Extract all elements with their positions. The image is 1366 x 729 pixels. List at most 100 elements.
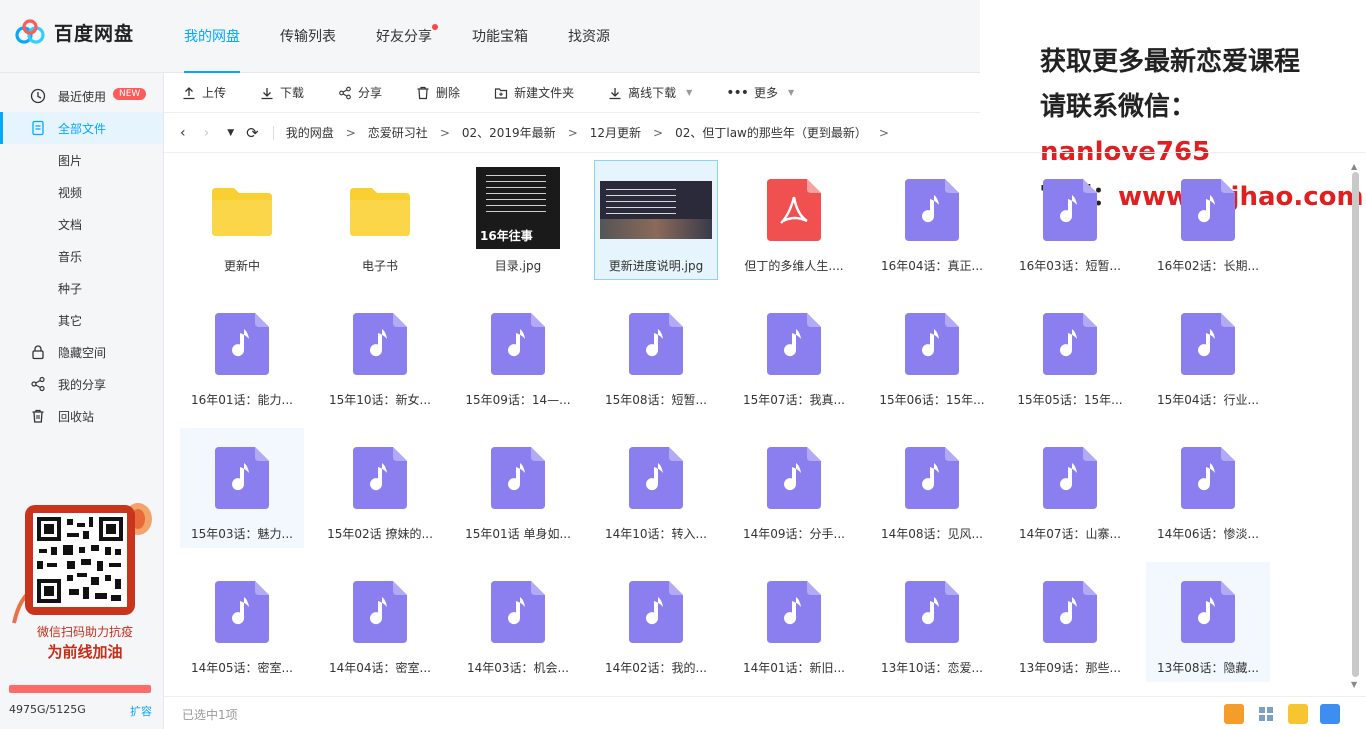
file-item[interactable]: 15年04话：行业...	[1146, 294, 1270, 414]
file-item[interactable]: 16年03话：短暂...	[1008, 160, 1132, 280]
delete-button[interactable]: 删除	[416, 84, 460, 101]
file-item[interactable]: 13年10话：恋爱...	[870, 562, 994, 682]
file-item[interactable]: 16年02话：长期...	[1146, 160, 1270, 280]
file-item[interactable]: 14年10话：转入...	[594, 428, 718, 548]
app-logo[interactable]: 百度网盘	[14, 18, 134, 46]
audio-file-icon	[629, 581, 683, 643]
audio-file-icon	[215, 313, 269, 375]
tab-friend-share-label: 好友分享	[376, 29, 432, 45]
divider	[272, 125, 274, 140]
tab-my-disk[interactable]: 我的网盘	[184, 26, 240, 73]
sidebar-item-other[interactable]: 其它	[0, 304, 163, 336]
file-name: 15年10话：新女...	[329, 393, 431, 407]
audio-file-icon	[629, 313, 683, 375]
sidebar-item-my-shares[interactable]: 我的分享	[0, 368, 163, 400]
lock-icon	[32, 345, 44, 360]
sidebar-item-recent[interactable]: 最近使用 NEW	[0, 80, 163, 112]
file-item[interactable]: 16年01话：能力...	[180, 294, 304, 414]
download-button[interactable]: 下载	[260, 84, 304, 101]
scroll-down-icon[interactable]: ▼	[1351, 680, 1357, 689]
file-item[interactable]: 15年08话：短暂...	[594, 294, 718, 414]
file-name: 14年10话：转入...	[605, 527, 707, 541]
sidebar-item-label: 回收站	[58, 409, 95, 424]
file-item[interactable]: 更新进度说明.jpg	[594, 160, 718, 280]
sidebar-item-torrents[interactable]: 种子	[0, 272, 163, 304]
file-name: 14年06话：惨淡...	[1157, 527, 1259, 541]
file-name: 15年05话：15年...	[1017, 393, 1123, 407]
file-item[interactable]: 14年03话：机会...	[456, 562, 580, 682]
new-folder-button[interactable]: 新建文件夹	[494, 84, 574, 101]
tab-transfer-list[interactable]: 传输列表	[280, 26, 336, 73]
sidebar-item-label: 全部文件	[58, 121, 107, 136]
upload-manager-icon[interactable]	[1288, 704, 1308, 724]
download-label: 下载	[280, 86, 305, 100]
scrollbar-thumb[interactable]	[1352, 172, 1359, 677]
breadcrumb-item[interactable]: 12月更新	[590, 124, 641, 141]
file-item[interactable]: 15年10话：新女...	[318, 294, 442, 414]
file-item[interactable]: 15年02话 撩妹的...	[318, 428, 442, 548]
file-item[interactable]: 14年07话：山寨...	[1008, 428, 1132, 548]
breadcrumb-item[interactable]: 02、但丁law的那些年（更到最新）	[675, 124, 867, 141]
file-item[interactable]: 15年01话 单身如...	[456, 428, 580, 548]
file-item[interactable]: 14年01话：新旧...	[732, 562, 856, 682]
activity-icon[interactable]	[1224, 704, 1244, 724]
breadcrumb-item[interactable]: 我的网盘	[286, 124, 334, 141]
audio-file-icon	[491, 313, 545, 375]
tab-toolbox[interactable]: 功能宝箱	[472, 26, 528, 73]
upload-button[interactable]: 上传	[182, 84, 226, 101]
file-item[interactable]: 13年09话：那些...	[1008, 562, 1132, 682]
tab-find-resources[interactable]: 找资源	[568, 26, 610, 73]
file-item[interactable]: 电子书	[318, 160, 442, 280]
file-item[interactable]: 16年往事目录.jpg	[456, 160, 580, 280]
file-name: 15年07话：我真...	[743, 393, 845, 407]
grid-view-icon[interactable]	[1256, 704, 1276, 724]
history-dropdown-icon[interactable]: ▼	[227, 128, 234, 138]
back-icon[interactable]: ‹	[180, 125, 186, 141]
file-item[interactable]: 13年08话：隐藏...	[1146, 562, 1270, 682]
sidebar-item-images[interactable]: 图片	[0, 144, 163, 176]
delete-label: 删除	[436, 86, 461, 100]
file-name: 但丁的多维人生....	[744, 259, 844, 273]
audio-file-icon	[215, 581, 269, 643]
file-item[interactable]: 14年06话：惨淡...	[1146, 428, 1270, 548]
sidebar-item-videos[interactable]: 视频	[0, 176, 163, 208]
file-name: 目录.jpg	[494, 259, 542, 273]
app-window: 百度网盘 我的网盘 传输列表 好友分享 功能宝箱 找资源 获取更多最新恋爱课程 …	[0, 0, 1366, 729]
more-button[interactable]: ••• 更多 ▼	[726, 84, 794, 101]
file-item[interactable]: 14年04话：密室...	[318, 562, 442, 682]
audio-file-icon	[767, 313, 821, 375]
forward-icon[interactable]: ›	[204, 125, 210, 141]
breadcrumb-item[interactable]: 恋爱研习社	[368, 124, 428, 141]
lock-icon[interactable]	[1320, 704, 1340, 724]
file-item[interactable]: 15年09话：14—...	[456, 294, 580, 414]
refresh-icon[interactable]: ⟳	[246, 124, 259, 142]
tab-friend-share[interactable]: 好友分享	[376, 24, 438, 73]
scroll-up-icon[interactable]: ▲	[1351, 162, 1357, 171]
qr-promo[interactable]: 微信扫码助力抗疫 为前线加油	[10, 503, 160, 665]
file-item[interactable]: 14年08话：见风...	[870, 428, 994, 548]
offline-download-button[interactable]: 离线下载 ▼	[608, 84, 692, 101]
thumbnail-text-lines	[606, 185, 676, 215]
expand-storage-link[interactable]: 扩容	[130, 703, 152, 719]
thumbnail-title: 16年往事	[480, 229, 533, 243]
sidebar-item-label: 我的分享	[58, 377, 107, 392]
file-item[interactable]: 15年07话：我真...	[732, 294, 856, 414]
audio-file-icon	[1043, 313, 1097, 375]
sidebar-item-all-files[interactable]: 全部文件	[0, 112, 163, 144]
file-item[interactable]: 15年05话：15年...	[1008, 294, 1132, 414]
file-item[interactable]: 15年06话：15年...	[870, 294, 994, 414]
file-item[interactable]: 14年09话：分手...	[732, 428, 856, 548]
sidebar-item-hidden-space[interactable]: 隐藏空间	[0, 336, 163, 368]
sidebar-item-music[interactable]: 音乐	[0, 240, 163, 272]
file-item[interactable]: 15年03话：魅力...	[180, 428, 304, 548]
file-item[interactable]: 14年02话：我的...	[594, 562, 718, 682]
file-item[interactable]: 更新中	[180, 160, 304, 280]
sidebar-item-documents[interactable]: 文档	[0, 208, 163, 240]
sidebar-item-recycle-bin[interactable]: 回收站	[0, 400, 163, 432]
breadcrumb-item[interactable]: 02、2019年最新	[462, 124, 556, 141]
file-item[interactable]: 14年05话：密室...	[180, 562, 304, 682]
audio-file-icon	[215, 447, 269, 509]
file-item[interactable]: 但丁的多维人生....	[732, 160, 856, 280]
file-item[interactable]: 16年04话：真正...	[870, 160, 994, 280]
share-button[interactable]: 分享	[338, 84, 382, 101]
